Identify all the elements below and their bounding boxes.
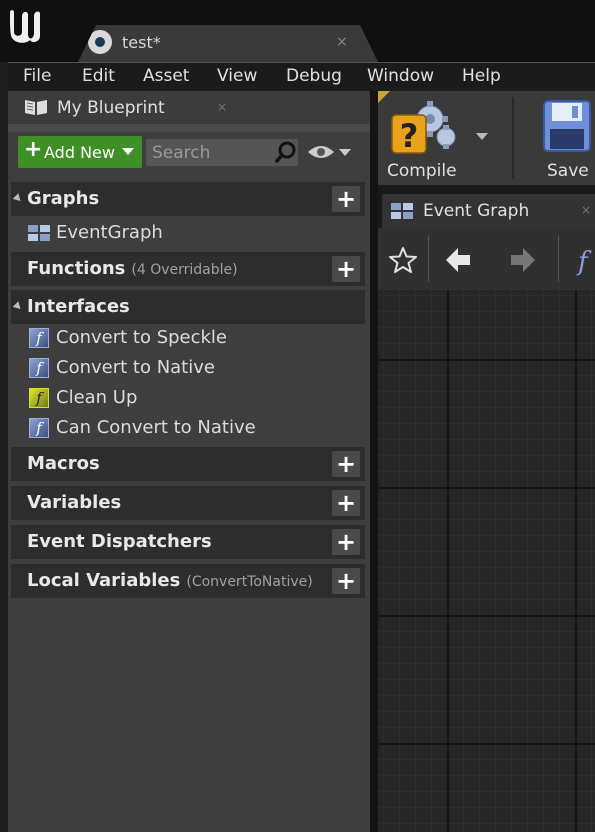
add-new-label: Add New [44,143,115,162]
interface-item-label: Convert to Native [56,357,215,378]
event-graph-tab-close-icon[interactable]: × [581,203,591,217]
add-local-variable-button[interactable]: + [332,568,360,594]
graph-item-label: EventGraph [56,222,163,243]
svg-text:?: ? [400,117,419,155]
add-event-dispatcher-button[interactable]: + [332,529,360,555]
menu-bar: File Edit Asset View Debug Window Help [8,62,595,90]
nav-separator [428,236,429,282]
my-blueprint-tab-label: My Blueprint [57,98,165,118]
event-graph-tab[interactable]: Event Graph × [382,194,595,228]
expand-arrow-icon[interactable] [12,301,24,312]
save-icon [543,100,591,152]
section-interfaces[interactable]: Interfaces [11,290,365,324]
section-local-variables-title: Local Variables (ConvertToNative) [27,570,313,591]
function-icon: f [29,418,49,438]
interface-item-label: Clean Up [56,387,138,408]
save-label: Save [547,161,589,181]
event-graph-tab-label: Event Graph [423,201,530,221]
section-event-dispatchers-title: Event Dispatchers [27,531,212,552]
interface-item-convert-to-speckle[interactable]: f Convert to Speckle [11,323,365,353]
nav-separator [558,236,559,282]
document-tab[interactable]: test* × [78,25,378,62]
panel-splitter[interactable] [370,91,378,832]
plus-icon: + [24,137,43,162]
expand-arrow-icon[interactable] [12,193,24,204]
compile-label: Compile [387,161,457,181]
interface-item-label: Convert to Speckle [56,327,228,348]
local-variables-scope: (ConvertToNative) [186,574,313,590]
chevron-down-icon [122,148,134,155]
section-interfaces-title: Interfaces [27,296,130,317]
forward-arrow-icon[interactable] [507,245,537,275]
menu-edit[interactable]: Edit [82,66,115,86]
compile-icon: ? [391,101,456,155]
search-icon[interactable] [274,140,298,164]
menu-asset[interactable]: Asset [143,66,189,86]
book-icon [25,100,47,115]
section-functions-title: Functions (4 Overridable) [27,258,238,279]
view-options-chevron-icon[interactable] [339,149,351,156]
interface-item-can-convert-to-native[interactable]: f Can Convert to Native [11,413,365,443]
interface-item-clean-up[interactable]: f Clean Up [11,383,365,413]
unreal-logo-icon [10,10,40,43]
toolbar-separator [512,97,514,179]
section-variables[interactable]: Variables + [11,486,365,520]
event-graph-canvas[interactable] [378,290,595,832]
section-graphs-title: Graphs [27,188,100,209]
save-button[interactable]: Save [528,95,595,183]
compile-options-chevron-icon[interactable] [476,133,488,140]
add-graph-button[interactable]: + [332,186,360,212]
add-function-button[interactable]: + [332,256,360,282]
document-tab-close-icon[interactable]: × [336,34,348,50]
compile-button[interactable]: ? Compile [382,95,470,183]
menu-window[interactable]: Window [367,66,434,86]
function-icon: f [29,328,49,348]
graph-navigation-bar: f [378,228,595,290]
interface-item-convert-to-native[interactable]: f Convert to Native [11,353,365,383]
document-tab-title: test* [122,33,161,52]
svg-text:f: f [576,247,592,277]
functions-overridable-count: (4 Overridable) [131,262,238,278]
section-local-variables[interactable]: Local Variables (ConvertToNative) + [11,564,365,598]
back-arrow-icon[interactable] [444,245,474,275]
my-blueprint-tab-close-icon[interactable]: × [217,100,227,114]
section-functions[interactable]: Functions (4 Overridable) + [11,252,365,286]
menu-file[interactable]: File [23,66,51,86]
panel-divider [8,124,370,132]
add-macro-button[interactable]: + [332,451,360,477]
event-graph-icon [391,203,413,219]
section-variables-title: Variables [27,492,122,513]
my-blueprint-tab[interactable]: My Blueprint × [9,91,239,124]
function-icon-yellow: f [29,388,49,408]
eye-icon[interactable] [306,142,336,162]
menu-debug[interactable]: Debug [286,66,342,86]
title-bar: test* × [0,0,595,62]
function-breadcrumb-icon[interactable]: f [574,244,595,278]
add-new-button[interactable]: + Add New [18,136,142,168]
section-macros[interactable]: Macros + [11,447,365,481]
blueprint-toolbar: ? Compile Save [378,91,595,185]
function-icon: f [29,358,49,378]
event-graph-icon [28,225,50,241]
section-event-dispatchers[interactable]: Event Dispatchers + [11,525,365,559]
graph-item-eventgraph[interactable]: EventGraph [11,218,365,248]
blueprint-asset-icon [88,30,112,54]
menu-help[interactable]: Help [462,66,501,86]
section-macros-title: Macros [27,453,100,474]
star-icon[interactable] [388,246,418,274]
section-graphs[interactable]: Graphs + [11,182,365,216]
add-variable-button[interactable]: + [332,490,360,516]
interface-item-label: Can Convert to Native [56,417,256,438]
menu-view[interactable]: View [217,66,257,86]
